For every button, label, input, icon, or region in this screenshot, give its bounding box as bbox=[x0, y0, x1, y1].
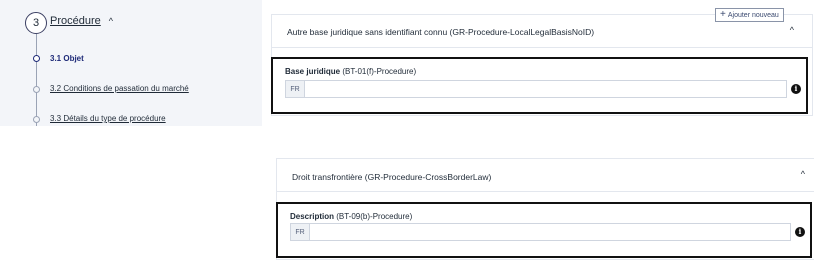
chevron-up-icon[interactable]: ^ bbox=[109, 16, 113, 26]
step-navigation: 3 Procédure ^ 3.1 Objet 3.2 Conditions de… bbox=[0, 0, 262, 126]
nav-dot-active bbox=[33, 55, 40, 62]
info-icon[interactable]: i bbox=[791, 84, 801, 94]
section-title: Droit transfrontière (GR-Procedure-Cross… bbox=[292, 172, 492, 182]
add-new-label: Ajouter nouveau bbox=[727, 12, 779, 19]
description-input[interactable] bbox=[310, 223, 791, 241]
field-label: Description (BT-09(b)-Procedure) bbox=[290, 212, 412, 221]
language-tag: FR bbox=[290, 223, 310, 241]
nav-item-conditions[interactable]: 3.2 Conditions de passation du marché bbox=[50, 84, 189, 93]
chevron-up-icon[interactable]: ^ bbox=[790, 25, 794, 35]
language-tag: FR bbox=[285, 80, 305, 98]
step-title-link[interactable]: Procédure ^ bbox=[50, 15, 113, 27]
field-label-code: (BT-01(f)-Procedure) bbox=[340, 67, 417, 76]
nav-item-objet[interactable]: 3.1 Objet bbox=[50, 54, 84, 63]
field-base-juridique: Base juridique (BT-01(f)-Procedure) FR i bbox=[271, 57, 808, 114]
section-header[interactable]: Droit transfrontière (GR-Procedure-Cross… bbox=[277, 159, 814, 192]
step-connector-line bbox=[36, 34, 37, 126]
add-new-button[interactable]: + Ajouter nouveau bbox=[715, 8, 784, 22]
field-description: Description (BT-09(b)-Procedure) FR i bbox=[276, 202, 812, 258]
nav-item-details-procedure[interactable]: 3.3 Détails du type de procédure bbox=[50, 114, 166, 123]
step-title-label: Procédure bbox=[50, 15, 101, 27]
nav-dot bbox=[33, 86, 40, 93]
nav-dot bbox=[33, 116, 40, 123]
field-label: Base juridique (BT-01(f)-Procedure) bbox=[285, 67, 416, 76]
step-number-badge: 3 bbox=[25, 12, 47, 34]
field-label-bold: Description bbox=[290, 212, 335, 221]
plus-icon: + bbox=[720, 9, 726, 20]
chevron-up-icon[interactable]: ^ bbox=[801, 169, 805, 179]
field-label-code: (BT-09(b)-Procedure) bbox=[334, 212, 413, 221]
base-juridique-input[interactable] bbox=[305, 80, 787, 98]
info-icon[interactable]: i bbox=[795, 227, 805, 237]
section-title: Autre base juridique sans identifiant co… bbox=[287, 27, 595, 37]
field-label-bold: Base juridique bbox=[285, 67, 341, 76]
